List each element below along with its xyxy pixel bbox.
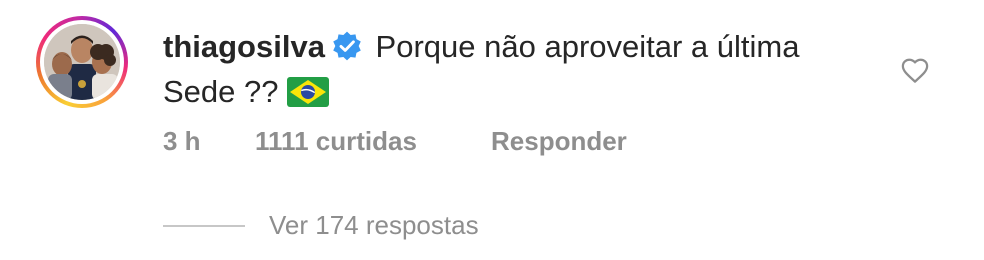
reply-button[interactable]: Responder	[491, 126, 627, 157]
avatar[interactable]	[44, 24, 120, 100]
replies-divider-line	[163, 224, 245, 227]
comment-meta-row: 3 h 1111 curtidas Responder	[163, 126, 627, 157]
verified-badge-icon	[333, 31, 361, 61]
avatar-photo	[44, 24, 120, 100]
comment-username[interactable]: thiagosilva	[163, 29, 325, 64]
comment-text-block: thiagosilva Porque não aproveitar a últi…	[163, 24, 863, 114]
view-replies-label: Ver 174 respostas	[269, 210, 479, 240]
brazil-flag-icon	[286, 77, 329, 107]
avatar-gap	[40, 20, 124, 104]
view-replies-button[interactable]: Ver 174 respostas	[163, 210, 479, 241]
comment-likes-link[interactable]: 1111 curtidas	[255, 126, 491, 157]
comment-time: 3 h	[163, 126, 201, 156]
like-heart-icon[interactable]	[900, 56, 930, 86]
avatar-story-ring[interactable]	[36, 16, 128, 108]
